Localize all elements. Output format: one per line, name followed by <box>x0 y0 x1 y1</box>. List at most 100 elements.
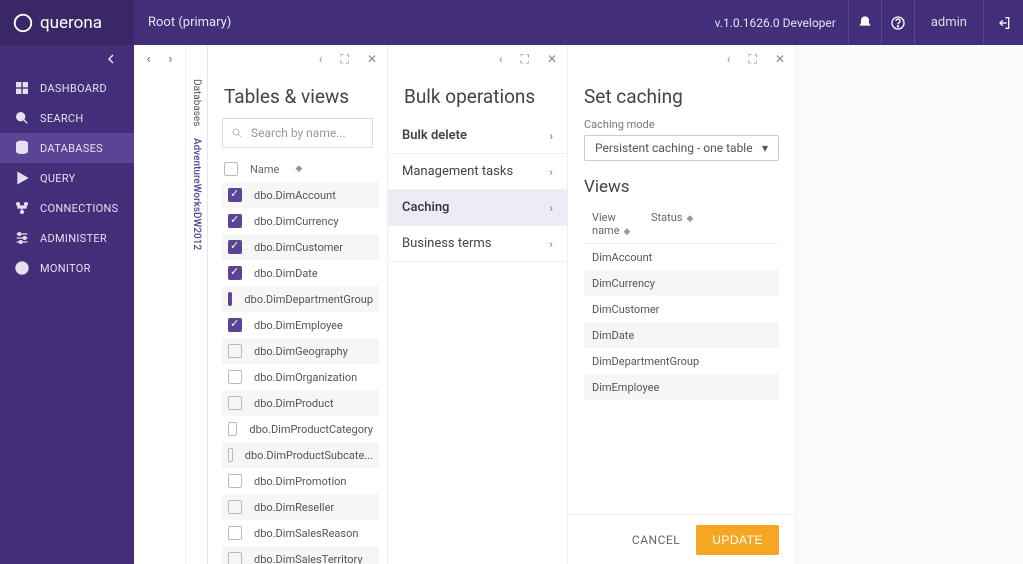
chevron-right-icon: › <box>549 237 553 251</box>
panel-expand-icon[interactable]: ⛶ <box>341 52 349 67</box>
row-checkbox[interactable] <box>228 318 242 332</box>
panel-expand-icon[interactable]: ⛶ <box>521 52 529 67</box>
app-header: querona Root (primary) v.1.0.1626.0 Deve… <box>0 0 1023 45</box>
column-name[interactable]: Name <box>250 163 279 176</box>
bulk-item-management-tasks[interactable]: Management tasks › <box>388 154 567 190</box>
column-view-name[interactable]: View name <box>592 211 620 237</box>
panel-close-icon[interactable]: ✕ <box>547 52 557 66</box>
table-row[interactable]: dbo.DimSalesReason <box>222 520 379 546</box>
views-title: Views <box>584 177 779 197</box>
row-checkbox[interactable] <box>228 240 242 254</box>
column-status[interactable]: Status <box>651 211 682 224</box>
row-checkbox[interactable] <box>228 500 242 514</box>
select-all-checkbox[interactable] <box>224 162 238 176</box>
table-row[interactable]: dbo.DimDate <box>222 260 379 286</box>
tables-search-input[interactable]: Search by name... <box>222 118 373 148</box>
breadcrumb[interactable]: Root (primary) <box>134 15 231 30</box>
view-row[interactable]: DimDate <box>584 322 779 348</box>
chevron-right-icon: › <box>549 165 553 179</box>
sidebar-item-search[interactable]: SEARCH <box>0 103 134 133</box>
table-row[interactable]: dbo.DimCustomer <box>222 234 379 260</box>
update-button[interactable]: UPDATE <box>696 525 779 555</box>
bulk-title: Bulk operations <box>388 73 567 118</box>
sidebar-item-connections[interactable]: CONNECTIONS <box>0 193 134 223</box>
bulk-item-label: Business terms <box>402 236 492 251</box>
panel-back-icon[interactable]: ‹ <box>319 52 323 66</box>
table-row[interactable]: dbo.DimCurrency <box>222 208 379 234</box>
sidebar-item-label: MONITOR <box>40 262 91 275</box>
row-checkbox[interactable] <box>228 188 242 202</box>
row-checkbox[interactable] <box>228 214 242 228</box>
sidebar-item-databases[interactable]: DATABASES <box>0 133 134 163</box>
brand-logo[interactable]: querona <box>0 0 134 45</box>
caching-title: Set caching <box>568 73 795 118</box>
row-checkbox[interactable] <box>228 552 242 564</box>
table-row[interactable]: dbo.DimReseller <box>222 494 379 520</box>
sort-icon[interactable]: ◆ <box>624 227 631 237</box>
row-checkbox[interactable] <box>228 474 242 488</box>
table-row[interactable]: dbo.DimGeography <box>222 338 379 364</box>
bulk-item-business-terms[interactable]: Business terms › <box>388 226 567 262</box>
panel-expand-icon[interactable]: ⛶ <box>749 52 757 67</box>
sort-icon[interactable]: ◆ <box>686 214 693 224</box>
row-checkbox[interactable] <box>228 396 242 410</box>
table-row[interactable]: dbo.DimProduct <box>222 390 379 416</box>
nav-back-icon[interactable]: ‹ <box>147 52 151 67</box>
bulk-item-caching[interactable]: Caching› <box>388 190 567 226</box>
view-row[interactable]: DimCustomer <box>584 296 779 322</box>
nav-forward-icon[interactable]: › <box>169 52 173 67</box>
brand-icon <box>12 12 34 34</box>
user-label[interactable]: admin <box>914 0 983 45</box>
row-name: dbo.DimEmployee <box>254 319 343 332</box>
row-checkbox[interactable] <box>228 292 232 306</box>
sidebar-item-label: SEARCH <box>40 112 84 125</box>
bulk-item-bulk-delete[interactable]: Bulk delete› <box>388 118 567 154</box>
help-icon[interactable] <box>881 0 914 45</box>
caching-footer: CANCEL UPDATE <box>568 514 795 564</box>
table-row[interactable]: dbo.DimEmployee <box>222 312 379 338</box>
table-row[interactable]: dbo.DimSalesTerritory <box>222 546 379 564</box>
notifications-icon[interactable] <box>848 0 881 45</box>
row-checkbox[interactable] <box>228 370 242 384</box>
row-name: dbo.DimDepartmentGroup <box>244 293 373 306</box>
view-row[interactable]: DimDepartmentGroup <box>584 348 779 374</box>
row-checkbox[interactable] <box>228 266 242 280</box>
row-name: dbo.DimDate <box>254 267 318 280</box>
panel-close-icon[interactable]: ✕ <box>775 52 785 66</box>
row-checkbox[interactable] <box>228 422 237 436</box>
sidebar-item-query[interactable]: QUERY <box>0 163 134 193</box>
panel-back-icon[interactable]: ‹ <box>499 52 503 66</box>
caching-mode-select[interactable]: Persistent caching - one table ▾ <box>584 135 779 161</box>
table-row[interactable]: dbo.DimDepartmentGroup <box>222 286 379 312</box>
sidebar-item-administer[interactable]: ADMINISTER <box>0 223 134 253</box>
view-row[interactable]: DimEmployee <box>584 374 779 400</box>
vtab-databases[interactable]: Databases <box>191 73 202 132</box>
sort-icon[interactable]: ◆ <box>295 164 302 174</box>
brand-name: querona <box>40 13 102 33</box>
row-name: dbo.DimPromotion <box>254 475 346 488</box>
row-checkbox[interactable] <box>228 448 233 462</box>
cancel-button[interactable]: CANCEL <box>632 533 680 547</box>
sidebar-collapse-button[interactable] <box>0 45 134 73</box>
dashboard-icon <box>14 80 30 96</box>
bulk-item-label: Management tasks <box>402 164 513 179</box>
tables-list[interactable]: dbo.DimAccountdbo.DimCurrencydbo.DimCust… <box>208 182 387 564</box>
view-row[interactable]: DimCurrency <box>584 270 779 296</box>
row-checkbox[interactable] <box>228 526 242 540</box>
panel-close-icon[interactable]: ✕ <box>367 52 377 66</box>
table-row[interactable]: dbo.DimProductCategory <box>222 416 379 442</box>
sidebar-item-label: DATABASES <box>40 142 103 155</box>
sidebar-item-dashboard[interactable]: DASHBOARD <box>0 73 134 103</box>
vtab-adventureworks[interactable]: AdventureWorksDW2012 <box>191 132 202 256</box>
search-placeholder: Search by name... <box>251 126 346 140</box>
nav-column: ‹ › <box>134 45 186 564</box>
table-row[interactable]: dbo.DimProductSubcate... <box>222 442 379 468</box>
row-checkbox[interactable] <box>228 344 242 358</box>
logout-icon[interactable] <box>983 0 1023 45</box>
sidebar-item-monitor[interactable]: MONITOR <box>0 253 134 283</box>
table-row[interactable]: dbo.DimAccount <box>222 182 379 208</box>
table-row[interactable]: dbo.DimPromotion <box>222 468 379 494</box>
panel-back-icon[interactable]: ‹ <box>727 52 731 66</box>
view-row[interactable]: DimAccount <box>584 244 779 270</box>
table-row[interactable]: dbo.DimOrganization <box>222 364 379 390</box>
